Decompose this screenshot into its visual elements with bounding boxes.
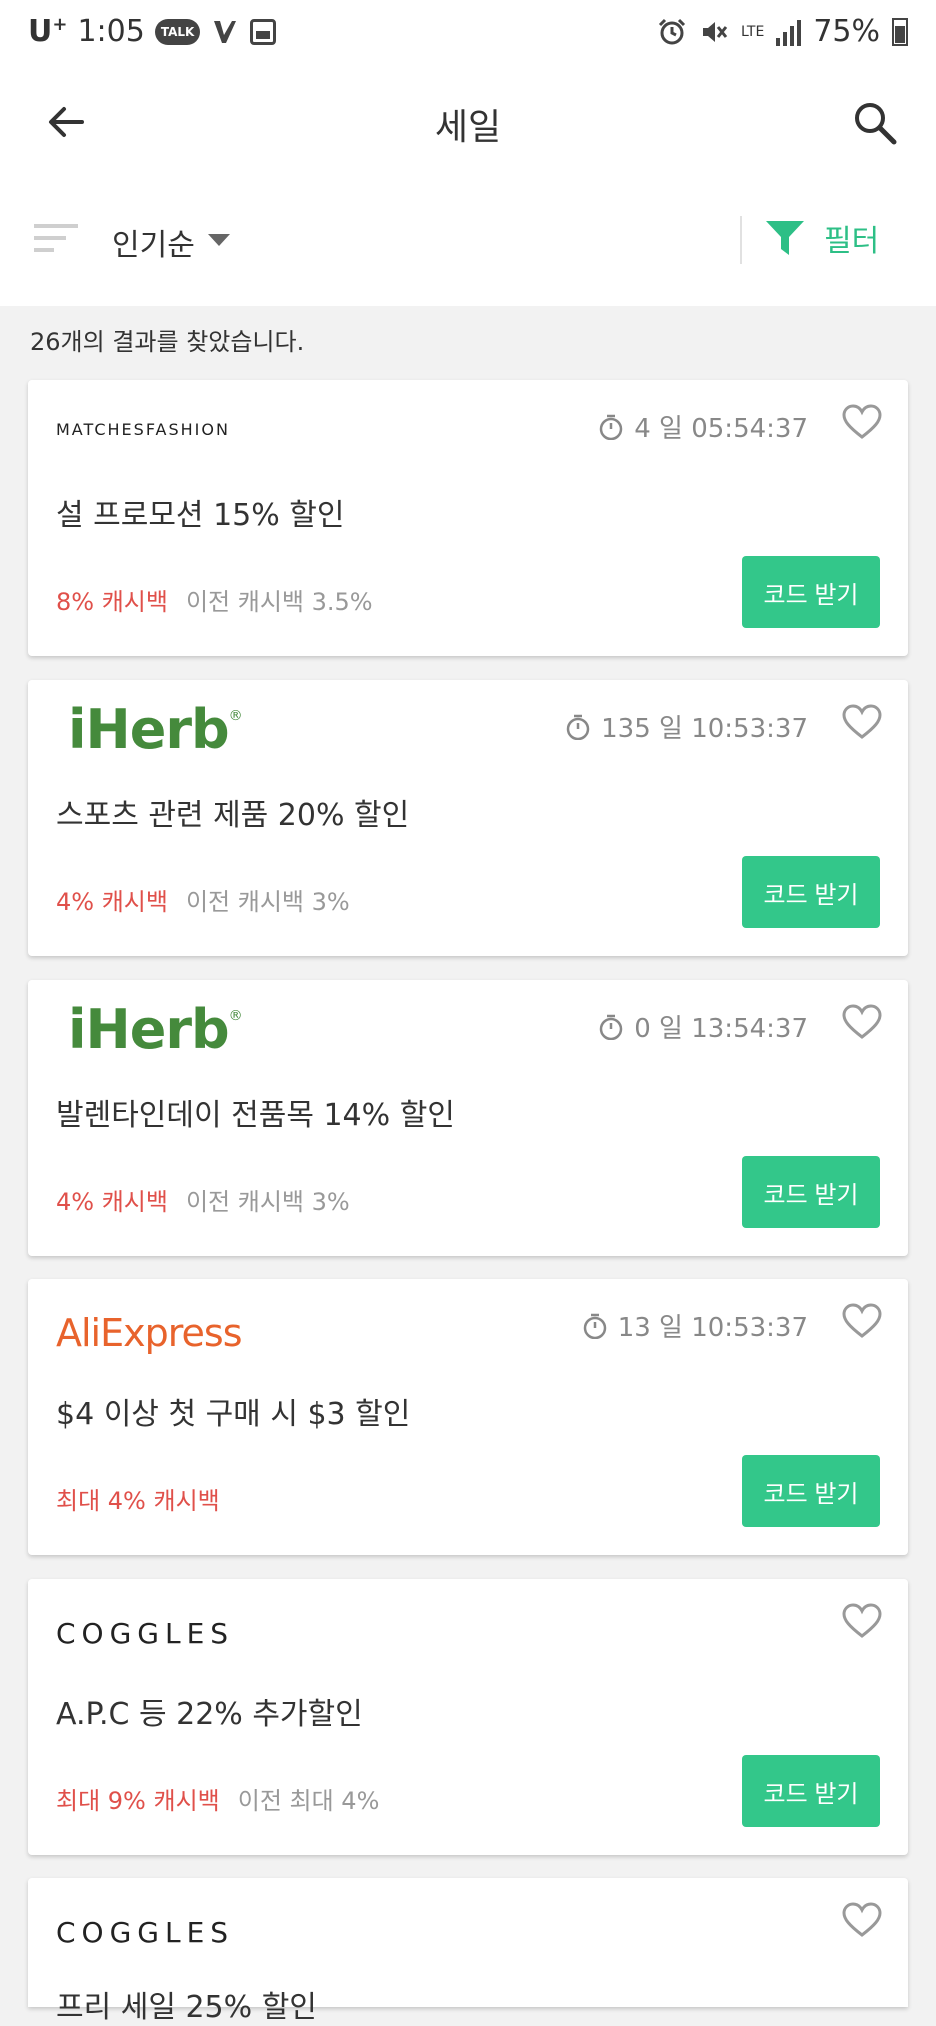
offer-title: A.P.C 등 22% 추가할인 bbox=[56, 1697, 363, 1732]
offer-title: 발렌타인데이 전품목 14% 할인 bbox=[56, 1098, 455, 1133]
offer-card[interactable]: iHerb® 0 일 13:54:37 발렌타인데이 전품목 14% 할인 4%… bbox=[28, 980, 908, 1256]
get-code-button[interactable]: 코드 받기 bbox=[742, 1156, 880, 1228]
countdown-timer: 13 일 10:53:37 bbox=[582, 1307, 808, 1344]
status-bar: U+ 1:05 TALK LTE 75% bbox=[0, 0, 936, 72]
get-code-button[interactable]: 코드 받기 bbox=[742, 1755, 880, 1827]
status-right: LTE 75% bbox=[657, 14, 908, 49]
filter-icon bbox=[764, 217, 806, 259]
get-code-button[interactable]: 코드 받기 bbox=[742, 1455, 880, 1527]
offer-title: $4 이상 첫 구매 시 $3 할인 bbox=[56, 1397, 411, 1432]
status-left: U+ 1:05 TALK bbox=[28, 14, 277, 49]
mute-icon bbox=[699, 17, 729, 47]
get-code-button[interactable]: 코드 받기 bbox=[742, 856, 880, 928]
previous-cashback: 이전 캐시백 3% bbox=[185, 1188, 350, 1216]
chevron-down-icon[interactable] bbox=[208, 234, 230, 246]
cashback-rate: 4% 캐시백 bbox=[56, 1188, 168, 1216]
battery-icon bbox=[892, 17, 908, 46]
sort-dropdown[interactable]: 인기순 bbox=[112, 220, 195, 264]
battery-percent: 75% bbox=[813, 14, 880, 49]
cashback-rate: 4% 캐시백 bbox=[56, 888, 168, 916]
cashback-rate: 최대 4% 캐시백 bbox=[56, 1487, 220, 1515]
cashback-info: 4% 캐시백 이전 캐시백 3% bbox=[56, 882, 350, 917]
carrier-label: U+ bbox=[28, 14, 68, 49]
offer-card[interactable]: AliExpress 13 일 10:53:37 $4 이상 첫 구매 시 $3… bbox=[28, 1279, 908, 1555]
network-label: LTE bbox=[741, 23, 765, 40]
filter-button[interactable]: 필터 bbox=[764, 216, 879, 260]
offer-title: 프리 세일 25% 할인 bbox=[56, 1990, 317, 2025]
countdown-timer: 4 일 05:54:37 bbox=[598, 408, 808, 445]
offer-card[interactable]: MATCHESFASHION 4 일 05:54:37 설 프로모션 15% 할… bbox=[28, 380, 908, 656]
search-icon[interactable] bbox=[850, 98, 900, 148]
heart-icon[interactable] bbox=[842, 1004, 882, 1040]
results-count: 26개의 결과를 찾았습니다. bbox=[30, 328, 305, 356]
alarm-icon bbox=[657, 17, 687, 47]
heart-icon[interactable] bbox=[842, 404, 882, 440]
timer-label: 0 일 13:54:37 bbox=[634, 1014, 808, 1044]
cashback-info: 최대 9% 캐시백 이전 최대 4% bbox=[56, 1781, 379, 1816]
divider bbox=[740, 216, 742, 264]
time-label: 1:05 bbox=[77, 14, 145, 49]
heart-icon[interactable] bbox=[842, 1902, 882, 1938]
previous-cashback: 이전 캐시백 3% bbox=[185, 888, 350, 916]
previous-cashback: 이전 캐시백 3.5% bbox=[185, 588, 373, 616]
cashback-rate: 최대 9% 캐시백 bbox=[56, 1787, 220, 1815]
get-code-button[interactable]: 코드 받기 bbox=[742, 556, 880, 628]
app-bar: 세일 bbox=[0, 72, 936, 176]
download-icon bbox=[210, 17, 240, 47]
offer-card[interactable]: COGGLES 프리 세일 25% 할인 bbox=[28, 1878, 908, 2025]
offer-card[interactable]: COGGLES A.P.C 등 22% 추가할인 최대 9% 캐시백 이전 최대… bbox=[28, 1579, 908, 1855]
brand-logo: iHerb® bbox=[68, 698, 243, 761]
cashback-info: 4% 캐시백 이전 캐시백 3% bbox=[56, 1182, 350, 1217]
brand-logo: COGGLES bbox=[56, 1617, 235, 1650]
timer-label: 13 일 10:53:37 bbox=[617, 1313, 808, 1343]
cashback-rate: 8% 캐시백 bbox=[56, 588, 168, 616]
cashback-info: 최대 4% 캐시백 bbox=[56, 1481, 220, 1516]
timer-label: 135 일 10:53:37 bbox=[601, 714, 808, 744]
heart-icon[interactable] bbox=[842, 1303, 882, 1339]
brand-logo: iHerb® bbox=[68, 998, 243, 1061]
brand-logo: AliExpress bbox=[56, 1311, 242, 1355]
brand-logo: MATCHESFASHION bbox=[56, 420, 230, 439]
talk-icon: TALK bbox=[154, 18, 201, 45]
sort-filter-bar: 인기순 필터 bbox=[0, 176, 936, 306]
countdown-timer: 135 일 10:53:37 bbox=[565, 708, 808, 745]
countdown-timer: 0 일 13:54:37 bbox=[598, 1008, 808, 1045]
timer-label: 4 일 05:54:37 bbox=[634, 414, 808, 444]
stopwatch-icon bbox=[565, 714, 591, 740]
filter-label: 필터 bbox=[824, 224, 880, 259]
page-title: 세일 bbox=[434, 107, 502, 148]
cashback-info: 8% 캐시백 이전 캐시백 3.5% bbox=[56, 582, 373, 617]
signal-icon bbox=[776, 18, 802, 46]
heart-icon[interactable] bbox=[842, 1603, 882, 1639]
brand-logo: COGGLES bbox=[56, 1916, 235, 1949]
image-icon bbox=[250, 18, 277, 45]
offer-card[interactable]: iHerb® 135 일 10:53:37 스포츠 관련 제품 20% 할인 4… bbox=[28, 680, 908, 956]
offer-title: 설 프로모션 15% 할인 bbox=[56, 498, 345, 533]
stopwatch-icon bbox=[582, 1313, 608, 1339]
stopwatch-icon bbox=[598, 414, 624, 440]
sort-icon[interactable] bbox=[34, 224, 78, 254]
stopwatch-icon bbox=[598, 1014, 624, 1040]
heart-icon[interactable] bbox=[842, 704, 882, 740]
previous-cashback: 이전 최대 4% bbox=[237, 1787, 380, 1815]
offer-title: 스포츠 관련 제품 20% 할인 bbox=[56, 798, 410, 833]
